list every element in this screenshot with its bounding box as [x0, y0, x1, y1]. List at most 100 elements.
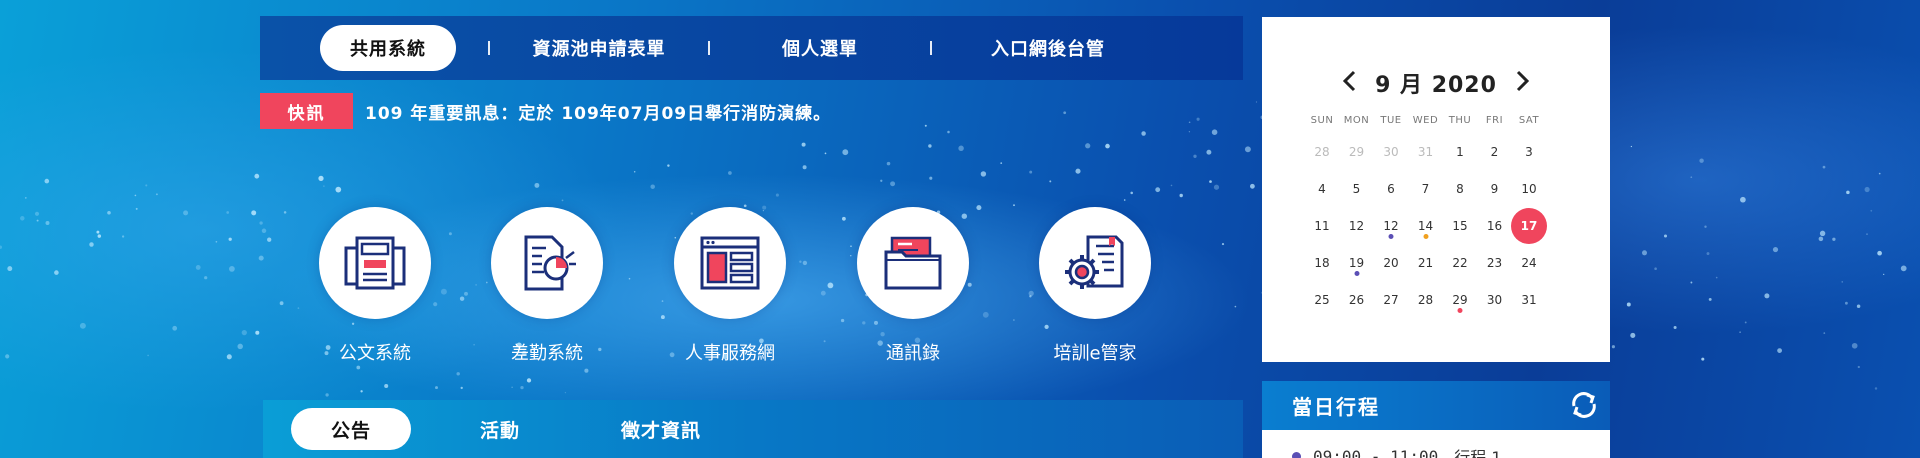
calendar-day[interactable]: 30	[1374, 135, 1408, 169]
calendar-day-number: 29	[1452, 293, 1468, 307]
calendar-day-number: 1	[1456, 145, 1464, 159]
schedule-name: 行程 1	[1454, 448, 1502, 458]
calendar-day[interactable]: 31	[1409, 135, 1443, 169]
app-contacts[interactable]: 通訊錄	[843, 207, 983, 365]
app-hr-service[interactable]: 人事服務網	[660, 207, 800, 365]
calendar-day[interactable]: 12	[1374, 209, 1408, 243]
calendar-day[interactable]: 3	[1512, 135, 1546, 169]
calendar-day[interactable]: 25	[1305, 283, 1339, 317]
tab-activities[interactable]: 活動	[461, 408, 539, 450]
calendar-day-number: 10	[1521, 182, 1537, 196]
top-navigation: 共用系統 資源池申請表單 個人選單 入口網後台管	[260, 16, 1243, 80]
calendar-day[interactable]: 7	[1409, 172, 1443, 206]
calendar-day[interactable]: 10	[1512, 172, 1546, 206]
document-system-icon	[344, 236, 406, 290]
app-label[interactable]: 差勤系統	[477, 339, 617, 365]
folder-contacts-icon	[884, 236, 942, 290]
calendar-day-number: 21	[1417, 256, 1434, 270]
calendar-day[interactable]: 28	[1305, 135, 1339, 169]
calendar-day[interactable]: 19	[1340, 246, 1374, 280]
calendar-day-number: 28	[1417, 293, 1434, 307]
app-circle[interactable]	[319, 207, 431, 319]
calendar-day[interactable]: 24	[1512, 246, 1546, 280]
calendar-day-number: 9	[1490, 182, 1499, 196]
calendar-day[interactable]: 31	[1512, 283, 1546, 317]
calendar-day[interactable]: 23	[1478, 246, 1512, 280]
weekday-label: SAT	[1518, 115, 1540, 126]
calendar-day[interactable]: 14	[1409, 209, 1443, 243]
calendar-day-number: 25	[1314, 293, 1330, 307]
app-label[interactable]: 人事服務網	[660, 339, 800, 365]
app-circle[interactable]	[674, 207, 786, 319]
app-training-manager[interactable]: 培訓e管家	[1025, 207, 1165, 365]
tab-shared-systems[interactable]: 共用系統	[320, 25, 456, 71]
calendar-day-number: 5	[1352, 182, 1361, 196]
app-label[interactable]: 培訓e管家	[1025, 339, 1165, 365]
calendar-day-number: 24	[1521, 256, 1537, 270]
tab-announcements[interactable]: 公告	[291, 408, 411, 450]
news-text[interactable]: 109 年重要訊息：定於 109年07月09日舉行消防演練。	[365, 99, 831, 124]
calendar-day[interactable]: 20	[1374, 246, 1408, 280]
calendar-day-number: 4	[1318, 182, 1326, 196]
weekday-label: MON	[1343, 115, 1370, 126]
calendar-day[interactable]: 22	[1443, 246, 1477, 280]
calendar-day-today[interactable]: 17	[1511, 208, 1547, 244]
calendar-day[interactable]: 12	[1340, 209, 1374, 243]
calendar-day-number: 17	[1520, 219, 1538, 233]
refresh-icon[interactable]	[1568, 389, 1600, 421]
tab-resource-pool-form[interactable]: 資源池申請表單	[490, 25, 708, 71]
calendar-day-number: 23	[1486, 256, 1503, 270]
calendar-day[interactable]: 15	[1443, 209, 1477, 243]
calendar-day[interactable]: 16	[1478, 209, 1512, 243]
event-dot	[1457, 308, 1463, 313]
calendar-day[interactable]: 26	[1340, 283, 1374, 317]
calendar-day-number: 27	[1383, 293, 1399, 307]
schedule-bullet	[1292, 451, 1301, 458]
announcement-tabs: 公告 活動 徵才資訊	[263, 400, 1243, 458]
chevron-right-icon[interactable]	[1508, 67, 1536, 95]
calendar-day-number: 8	[1456, 182, 1464, 196]
calendar-day[interactable]: 30	[1478, 283, 1512, 317]
news-badge: 快訊	[260, 93, 353, 129]
tab-personal-menu[interactable]: 個人選單	[710, 25, 930, 71]
calendar-day[interactable]: 2	[1478, 135, 1512, 169]
app-attendance-system[interactable]: 差勤系統	[477, 207, 617, 365]
calendar-day[interactable]: 28	[1409, 283, 1443, 317]
calendar-day[interactable]: 8	[1443, 172, 1477, 206]
app-label[interactable]: 通訊錄	[843, 339, 983, 365]
calendar-day-number: 14	[1417, 219, 1434, 233]
calendar-day[interactable]: 27	[1374, 283, 1408, 317]
app-label[interactable]: 公文系統	[305, 339, 445, 365]
nav-separator	[488, 41, 490, 55]
app-circle[interactable]	[857, 207, 969, 319]
calendar-month-title: 9 月 2020	[1375, 73, 1497, 98]
calendar-day[interactable]: 6	[1374, 172, 1408, 206]
calendar-day[interactable]: 18	[1305, 246, 1339, 280]
calendar-day[interactable]: 11	[1305, 209, 1339, 243]
tab-portal-admin[interactable]: 入口網後台管	[932, 25, 1164, 71]
calendar-day-number: 28	[1314, 145, 1330, 159]
calendar-day-number: 30	[1486, 293, 1503, 307]
calendar-day[interactable]: 1	[1443, 135, 1477, 169]
event-dot	[1388, 234, 1394, 239]
calendar-day-number: 12	[1348, 219, 1365, 233]
hr-browser-icon	[700, 236, 760, 290]
calendar-day[interactable]: 29	[1340, 135, 1374, 169]
calendar-day-number: 7	[1421, 182, 1430, 196]
calendar-day[interactable]: 9	[1478, 172, 1512, 206]
schedule-time: 09:00 - 11:00	[1313, 446, 1439, 458]
app-circle[interactable]	[491, 207, 603, 319]
schedule-item[interactable]: 09:00 - 11:00 行程 1	[1292, 444, 1502, 458]
app-circle[interactable]	[1039, 207, 1151, 319]
calendar-day-number: 3	[1525, 145, 1533, 159]
calendar-day[interactable]: 5	[1340, 172, 1374, 206]
calendar-day[interactable]: 29	[1443, 283, 1477, 317]
attendance-chart-icon	[524, 235, 576, 291]
calendar-day-number: 11	[1314, 219, 1330, 233]
app-document-system[interactable]: 公文系統	[305, 207, 445, 365]
nav-separator	[708, 41, 710, 55]
calendar-day[interactable]: 21	[1409, 246, 1443, 280]
calendar-day[interactable]: 4	[1305, 172, 1339, 206]
tab-recruitment[interactable]: 徵才資訊	[597, 408, 725, 450]
schedule-title: 當日行程	[1292, 395, 1380, 419]
